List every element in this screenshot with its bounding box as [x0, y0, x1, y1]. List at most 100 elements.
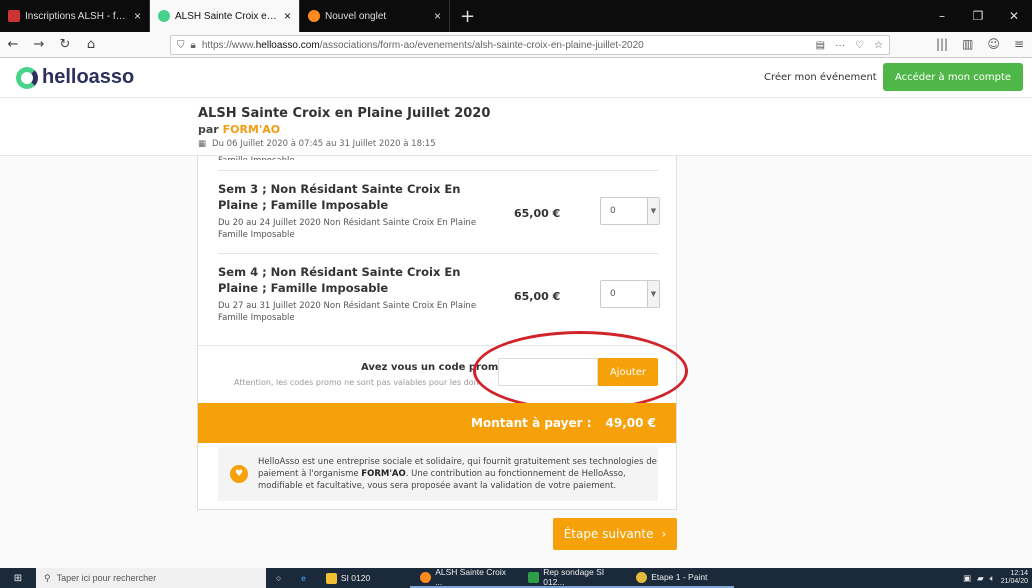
- browser-nav-bar: ← → ↻ ⌂ ⛉ 🔒︎ https://www.helloasso.com/a…: [0, 32, 1032, 58]
- window-controls: – ❐ ✕: [924, 0, 1032, 32]
- next-step-button[interactable]: Étape suivante ›: [553, 518, 677, 550]
- home-icon[interactable]: ⌂: [78, 37, 104, 52]
- create-event-link[interactable]: Créer mon événement: [764, 72, 877, 83]
- sidebar-icon[interactable]: ▥: [962, 37, 973, 51]
- ticket-price: 65,00 €: [514, 290, 561, 303]
- event-date-text: Du 06 Juillet 2020 à 07:45 au 31 Juillet…: [212, 139, 436, 149]
- system-tray: ▣ ▰ 🔈︎ 12:14 21/04/20: [963, 570, 1032, 586]
- quantity-value: 0: [610, 206, 616, 216]
- total-label: Montant à payer :: [471, 416, 592, 430]
- site-header: helloasso Créer mon événement Accéder à …: [0, 58, 1032, 98]
- event-organizer: par FORM'AO: [198, 123, 280, 136]
- taskbar-item-label: Rep sondage SI 012...: [543, 567, 605, 587]
- firefox-icon: [420, 571, 432, 583]
- close-tab-icon[interactable]: ×: [284, 9, 291, 23]
- restore-icon[interactable]: ❐: [960, 0, 996, 32]
- bookmark-star-icon[interactable]: ☆: [874, 40, 883, 51]
- taskbar-item[interactable]: Etape 1 - Paint: [626, 568, 735, 588]
- menu-icon[interactable]: ≡: [1014, 37, 1024, 51]
- taskbar-item[interactable]: Rep sondage SI 012...: [518, 567, 627, 588]
- new-tab-icon[interactable]: +: [450, 0, 485, 32]
- toolbar-right: ||| ▥ ☺ ≡: [936, 37, 1024, 51]
- helloasso-logo[interactable]: helloasso: [16, 66, 134, 89]
- promo-question: Avez vous un code promo: [361, 362, 506, 373]
- url-text: https://www.helloasso.com/associations/f…: [201, 39, 644, 51]
- reader-view-icon[interactable]: ▤: [816, 40, 825, 51]
- account-icon[interactable]: ☺: [987, 37, 1000, 51]
- minimize-icon[interactable]: –: [924, 0, 960, 32]
- tray-app-icon[interactable]: ▣: [963, 573, 971, 584]
- organizer-link[interactable]: FORM'AO: [223, 123, 281, 136]
- promo-code-input[interactable]: [498, 358, 598, 386]
- promo-section: Avez vous un code promo Attention, les c…: [198, 331, 688, 411]
- windows-start-icon[interactable]: ⊞: [0, 573, 36, 584]
- event-title: ALSH Sainte Croix en Plaine Juillet 2020: [198, 106, 491, 121]
- ticket-name: Sem 3 ; Non Résidant Sainte Croix En Pla…: [218, 182, 461, 212]
- browser-tab-active[interactable]: ALSH Sainte Croix en Plaine Ju ×: [150, 0, 300, 32]
- close-tab-icon[interactable]: ×: [134, 9, 141, 23]
- more-actions-icon[interactable]: ···: [835, 40, 845, 51]
- promo-note: Attention, les codes promo ne sont pas v…: [234, 378, 479, 387]
- taskbar-item[interactable]: ALSH Sainte Croix ...: [410, 567, 519, 588]
- reload-icon[interactable]: ↻: [52, 37, 78, 52]
- total-bar: Montant à payer : 49,00 €: [198, 403, 676, 443]
- taskbar-item-label: Etape 1 - Paint: [651, 572, 708, 582]
- edge-icon[interactable]: e: [291, 568, 316, 588]
- taskbar-item-label: ALSH Sainte Croix ...: [435, 567, 507, 587]
- ticket-description: Du 27 au 31 Juillet 2020 Non Résidant Sa…: [218, 301, 477, 323]
- lock-icon[interactable]: 🔒︎: [191, 40, 196, 51]
- helloasso-favicon-icon: [158, 10, 170, 22]
- ticket-name: Sem 4 ; Non Résidant Sainte Croix En Pla…: [218, 265, 461, 295]
- logo-mark-icon: [16, 66, 38, 89]
- close-window-icon[interactable]: ✕: [996, 0, 1032, 32]
- library-icon[interactable]: |||: [936, 37, 948, 51]
- chevron-down-icon[interactable]: ▼: [647, 198, 659, 224]
- ticket-price: 65,00 €: [514, 207, 561, 220]
- browser-tab[interactable]: Inscriptions ALSH - formao.co ×: [0, 0, 150, 32]
- firefox-icon: [308, 10, 320, 22]
- heart-icon: ♥: [230, 465, 248, 483]
- quantity-select[interactable]: 0 ▼: [600, 280, 660, 308]
- taskbar-search[interactable]: ⚲ Taper ici pour rechercher: [36, 568, 266, 588]
- pocket-icon[interactable]: ♡: [855, 40, 864, 51]
- windows-taskbar: ⊞ ⚲ Taper ici pour rechercher ○ e SI 012…: [0, 567, 1032, 588]
- total-amount: 49,00 €: [605, 416, 656, 430]
- excel-icon: [528, 571, 540, 583]
- browser-tab-bar: Inscriptions ALSH - formao.co × ALSH Sai…: [0, 0, 1032, 32]
- calendar-icon: ▦: [198, 139, 207, 149]
- add-promo-button[interactable]: Ajouter: [598, 358, 658, 386]
- taskbar-item[interactable]: SI 0120: [316, 568, 380, 588]
- network-icon[interactable]: ▰: [977, 573, 984, 584]
- clock-date: 21/04/20: [1000, 578, 1028, 585]
- volume-icon[interactable]: 🔈︎: [990, 573, 995, 584]
- chevron-right-icon: ›: [661, 527, 667, 541]
- tab-title: ALSH Sainte Croix en Plaine Ju: [175, 10, 279, 22]
- browser-tab[interactable]: Nouvel onglet ×: [300, 0, 450, 32]
- taskbar-search-placeholder: Taper ici pour rechercher: [56, 573, 157, 583]
- shield-icon[interactable]: ⛉: [177, 40, 185, 51]
- account-button[interactable]: Accéder à mon compte: [883, 63, 1023, 91]
- next-step-label: Étape suivante: [563, 527, 654, 541]
- cortana-icon[interactable]: ○: [266, 568, 291, 588]
- tab-title: Nouvel onglet: [325, 10, 387, 22]
- ticket-card: Famille Imposable Sem 3 ; Non Résidant S…: [197, 156, 688, 510]
- quantity-value: 0: [610, 289, 616, 299]
- close-tab-icon[interactable]: ×: [434, 9, 441, 23]
- paint-icon: [636, 571, 648, 583]
- clock[interactable]: 12:14 21/04/20: [1001, 570, 1028, 586]
- url-bar[interactable]: ⛉ 🔒︎ https://www.helloasso.com/associati…: [170, 35, 890, 55]
- back-icon[interactable]: ←: [0, 37, 26, 52]
- quantity-select[interactable]: 0 ▼: [600, 197, 660, 225]
- forward-icon[interactable]: →: [26, 37, 52, 52]
- info-box: ♥ HelloAsso est une entreprise sociale e…: [218, 447, 658, 501]
- gmail-icon: [8, 10, 20, 22]
- chevron-down-icon[interactable]: ▼: [647, 281, 659, 307]
- event-header: ALSH Sainte Croix en Plaine Juillet 2020…: [0, 98, 1032, 156]
- tab-title: Inscriptions ALSH - formao.co: [25, 10, 129, 22]
- folder-icon: [325, 572, 337, 584]
- ticket-row: Sem 4 ; Non Résidant Sainte Croix En Pla…: [218, 253, 660, 345]
- event-date: ▦ Du 06 Juillet 2020 à 07:45 au 31 Juill…: [198, 139, 436, 149]
- clock-time: 12:14: [1010, 570, 1028, 577]
- search-icon: ⚲: [44, 572, 51, 583]
- info-text: HelloAsso est une entreprise sociale et …: [258, 457, 657, 491]
